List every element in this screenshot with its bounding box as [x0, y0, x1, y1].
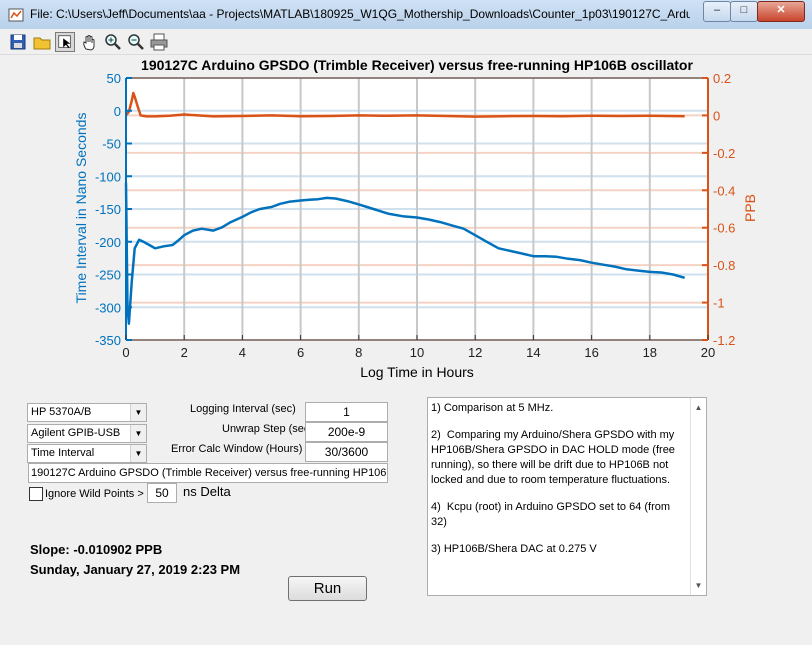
interface-select[interactable]: Agilent GPIB-USB ▼: [27, 424, 147, 443]
left-y-tick-label: -150: [95, 202, 121, 217]
ignore-wild-points-label: Ignore Wild Points >: [45, 488, 144, 500]
measurement-select[interactable]: Time Interval ▼: [27, 444, 147, 463]
chart-plot[interactable]: 0 2 4 6 8 10 12 14 16 18 20500-50-100-150-200-250-…: [0, 0, 812, 400]
right-y-tick-label: 0: [713, 108, 720, 123]
error-calc-window-input[interactable]: 30/3600: [305, 442, 388, 462]
scroll-down-icon[interactable]: ▼: [691, 578, 706, 593]
notes-paragraph: 3) HP106B/Shera DAC at 0.275 V: [431, 543, 597, 555]
notes-scrollbar[interactable]: ▲ ▼: [690, 398, 706, 595]
x-tick-label: 14: [526, 345, 540, 360]
left-y-tick-label: -200: [95, 235, 121, 250]
logging-interval-input[interactable]: 1: [305, 402, 388, 422]
x-tick-label: 10: [410, 345, 424, 360]
x-tick-label: 18: [643, 345, 657, 360]
x-axis-label: Log Time in Hours: [360, 364, 474, 380]
x-tick-label: 16: [584, 345, 598, 360]
logging-interval-label: Logging Interval (sec): [190, 403, 296, 415]
right-y-axis-label: PPB: [742, 193, 758, 223]
error-calc-window-label: Error Calc Window (Hours): [171, 443, 303, 455]
scroll-up-icon[interactable]: ▲: [691, 400, 706, 415]
left-y-tick-label: -300: [95, 300, 121, 315]
right-y-tick-label: -0.4: [713, 183, 735, 198]
run-button[interactable]: Run: [288, 576, 367, 601]
left-y-tick-label: -350: [95, 333, 121, 348]
right-y-tick-label: -0.6: [713, 221, 735, 236]
left-y-axis-label: Time Interval in Nano Seconds: [73, 112, 89, 304]
description-input[interactable]: 190127C Arduino GPSDO (Trimble Receiver)…: [28, 463, 388, 483]
left-y-tick-label: -100: [95, 169, 121, 184]
x-tick-label: 0: [122, 345, 129, 360]
ignore-wild-points-checkbox[interactable]: [29, 487, 43, 501]
notes-paragraph: 4) Kcpu (root) in Arduino GPSDO set to 6…: [431, 501, 674, 528]
interface-select-value: Agilent GPIB-USB: [31, 427, 121, 439]
right-y-tick-label: 0.2: [713, 71, 731, 86]
chevron-down-icon: ▼: [130, 445, 146, 462]
x-tick-label: 4: [239, 345, 246, 360]
notes-textarea[interactable]: 1) Comparison at 5 MHz. 2) Comparing my …: [427, 397, 707, 596]
slope-readout: Slope: -0.010902 PPB: [30, 542, 163, 557]
x-tick-label: 12: [468, 345, 482, 360]
unwrap-step-label: Unwrap Step (sec): [222, 423, 314, 435]
x-tick-label: 8: [355, 345, 362, 360]
chevron-down-icon: ▼: [130, 404, 146, 421]
x-tick-label: 6: [297, 345, 304, 360]
left-y-tick-label: 0: [114, 104, 121, 119]
right-y-tick-label: -0.2: [713, 146, 735, 161]
right-y-tick-label: -1: [713, 296, 725, 311]
chevron-down-icon: ▼: [130, 425, 146, 442]
x-tick-label: 2: [181, 345, 188, 360]
right-y-tick-label: -0.8: [713, 258, 735, 273]
ns-delta-label: ns Delta: [183, 484, 231, 499]
left-y-tick-label: -50: [102, 137, 121, 152]
instrument-select-value: HP 5370A/B: [31, 406, 92, 418]
left-y-tick-label: 50: [107, 71, 121, 86]
notes-paragraph: 1) Comparison at 5 MHz.: [431, 402, 554, 414]
unwrap-step-input[interactable]: 200e-9: [305, 422, 388, 442]
instrument-select[interactable]: HP 5370A/B ▼: [27, 403, 147, 422]
notes-paragraph: 2) Comparing my Arduino/Shera GPSDO with…: [431, 429, 678, 486]
left-y-tick-label: -250: [95, 268, 121, 283]
wild-points-threshold-input[interactable]: 50: [147, 483, 177, 503]
date-readout: Sunday, January 27, 2019 2:23 PM: [30, 562, 241, 577]
right-y-tick-label: -1.2: [713, 333, 735, 348]
measurement-select-value: Time Interval: [31, 447, 95, 459]
